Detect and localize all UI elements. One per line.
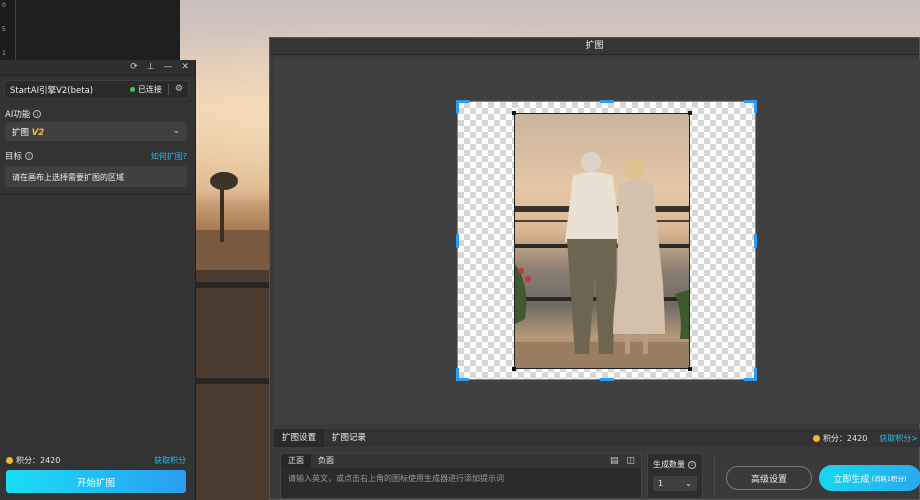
- points-label: 积分：2420: [16, 456, 61, 465]
- photo-handle[interactable]: [512, 367, 516, 371]
- dialog-points-label: 积分：2420: [822, 433, 868, 443]
- engine-selector[interactable]: StartAI引擎V2(beta) 已连接 ⚙: [4, 80, 189, 99]
- generate-now-button[interactable]: 立即生成 (消耗1积分): [819, 465, 920, 491]
- goal-hint: 请在画布上选择需要扩图的区域: [5, 166, 187, 187]
- divider: [0, 194, 195, 195]
- dialog-title: 扩图: [270, 38, 919, 55]
- source-photo: [514, 113, 690, 369]
- workspace-background: [16, 0, 180, 60]
- tab-expand-settings[interactable]: 扩图设置: [274, 429, 325, 447]
- goal-label: 目标: [5, 152, 23, 162]
- ai-function-value-text: 扩图: [12, 127, 30, 138]
- chevron-down-icon: ⌄: [172, 126, 180, 136]
- dialog-points: 积分：2420: [812, 433, 868, 444]
- ai-function-select[interactable]: 扩图 V2 ⌄: [5, 122, 187, 141]
- corner-handle[interactable]: [744, 100, 757, 113]
- advanced-settings-button[interactable]: 高级设置: [726, 466, 812, 490]
- coin-icon: [6, 457, 13, 464]
- close-icon[interactable]: ✕: [181, 63, 189, 72]
- ruler-mark: 0: [2, 2, 6, 9]
- corner-handle[interactable]: [456, 368, 469, 381]
- ai-function-label-row: AI功能 i: [5, 108, 195, 120]
- info-icon[interactable]: i: [688, 460, 696, 469]
- prompt-box: 正面 负面 ▤ ◫ 请输入英文，或点击右上角的图标使用生成器进行添加提示词: [280, 453, 642, 499]
- canvas-stage: [274, 59, 920, 424]
- chevron-down-icon: ⌄: [685, 479, 692, 488]
- corner-handle[interactable]: [456, 100, 469, 113]
- minimize-icon[interactable]: —: [163, 63, 172, 72]
- ai-function-label: AI功能: [5, 110, 31, 120]
- how-to-expand-link[interactable]: 如何扩图?: [151, 151, 187, 162]
- edge-handle-right[interactable]: [754, 234, 757, 248]
- generate-count-value: 1: [658, 479, 664, 488]
- edge-handle-top[interactable]: [600, 100, 614, 103]
- tab-expand-history[interactable]: 扩图记录: [324, 429, 374, 447]
- photo-handle[interactable]: [688, 367, 692, 371]
- tab-negative-prompt[interactable]: 负面: [311, 454, 341, 468]
- get-points-link[interactable]: 获取积分: [154, 455, 186, 466]
- coin-icon: [812, 434, 820, 442]
- version-tag: V2: [31, 127, 45, 138]
- dialog-tabs: 扩图设置 扩图记录 积分：2420 获取积分>: [274, 429, 920, 447]
- expand-dialog: 扩图 扩图设置 扩图记录 积分：2420 获取积分> 正面 负面 ▤ ◫ 请输入…: [269, 37, 920, 500]
- get-points-link[interactable]: 获取积分>: [879, 433, 918, 444]
- divider: [714, 456, 715, 496]
- generate-count-label: 生成数量: [653, 460, 685, 469]
- refresh-icon[interactable]: ⟳: [130, 63, 138, 72]
- edge-handle-left[interactable]: [456, 234, 459, 248]
- prompt-tabs: 正面 负面 ▤ ◫: [281, 454, 641, 468]
- engine-name: StartAI引擎V2(beta): [10, 85, 94, 96]
- generate-count-select[interactable]: 1 ⌄: [653, 476, 697, 491]
- info-icon[interactable]: i: [25, 152, 34, 160]
- edge-handle-bottom[interactable]: [600, 378, 614, 381]
- startai-panel: ⟳ ⊥ — ✕ StartAI引擎V2(beta) 已连接 ⚙ AI功能 i 扩…: [0, 60, 196, 500]
- goal-label-row: 目标 i 如何扩图?: [5, 150, 187, 163]
- panel-header: ⟳ ⊥ — ✕: [0, 60, 195, 76]
- couple-photo-illustration: [515, 152, 689, 368]
- ruler: 0 5 1: [0, 0, 16, 60]
- generate-cost-label: (消耗1积分): [871, 475, 907, 483]
- prompt-library-icon[interactable]: ◫: [626, 456, 635, 466]
- generate-now-label: 立即生成: [833, 474, 870, 485]
- connection-status-label: 已连接: [137, 85, 162, 94]
- photo-handle[interactable]: [688, 111, 692, 115]
- info-icon[interactable]: i: [33, 110, 42, 118]
- pin-icon[interactable]: ⊥: [147, 63, 155, 72]
- status-dot-icon: [129, 87, 135, 92]
- ai-function-value: 扩图 V2: [12, 126, 172, 138]
- ruler-mark: 5: [2, 26, 6, 33]
- prompt-input[interactable]: 请输入英文，或点击右上角的图标使用生成器进行添加提示词: [281, 468, 641, 489]
- connection-status: 已连接: [129, 84, 169, 95]
- corner-handle[interactable]: [744, 368, 757, 381]
- ruler-mark: 1: [2, 50, 6, 57]
- photo-handle[interactable]: [512, 111, 516, 115]
- tab-positive-prompt[interactable]: 正面: [281, 454, 311, 468]
- points-row: 积分：2420 获取积分: [6, 455, 186, 466]
- expand-region-frame[interactable]: [456, 100, 757, 381]
- prompt-generator-icon[interactable]: ▤: [610, 456, 619, 466]
- generate-count-box: 生成数量 i 1 ⌄: [647, 453, 703, 499]
- settings-gear-icon[interactable]: ⚙: [175, 85, 183, 94]
- start-expand-button[interactable]: 开始扩图: [6, 470, 186, 493]
